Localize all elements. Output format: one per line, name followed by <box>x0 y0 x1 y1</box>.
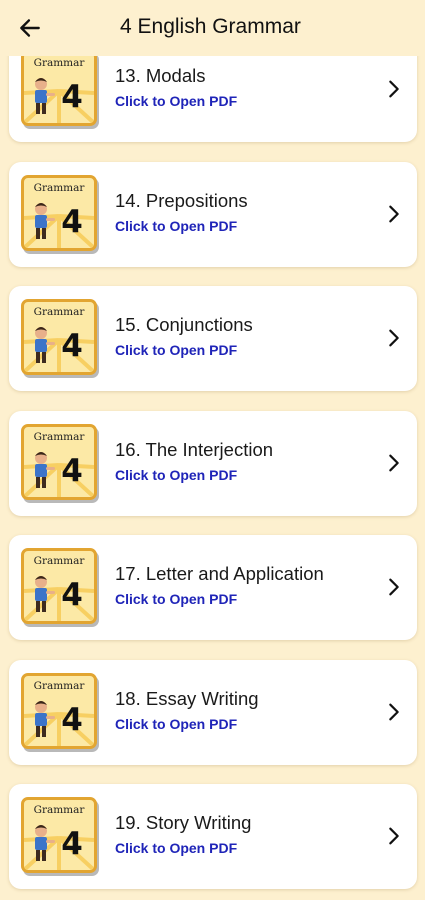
item-title: 13. Modals <box>115 65 206 86</box>
svg-text:4: 4 <box>61 328 83 364</box>
list-item[interactable]: Grammar 4 19. Story Writing Click to Ope… <box>9 784 417 889</box>
grammar-book-icon: Grammar 4 <box>21 548 97 624</box>
item-title: 15. Conjunctions <box>115 314 253 335</box>
chevron-right-icon <box>389 329 399 347</box>
chevron-right-icon <box>389 80 399 98</box>
open-pdf-link[interactable]: Click to Open PDF <box>115 218 237 234</box>
svg-text:4: 4 <box>61 453 83 489</box>
list-item[interactable]: Grammar 4 16. The Interjection Click to … <box>9 410 417 516</box>
list-item[interactable]: Grammar 4 15. Conjunctions Click to Open… <box>9 286 417 391</box>
svg-text:Grammar: Grammar <box>34 306 86 318</box>
svg-text:Grammar: Grammar <box>34 555 86 567</box>
page-title: 4 English Grammar <box>120 15 301 38</box>
svg-text:Grammar: Grammar <box>34 804 86 816</box>
svg-text:4: 4 <box>61 79 83 115</box>
list-item[interactable]: Grammar 4 18. Essay Writing Click to Ope… <box>9 659 417 765</box>
svg-text:Grammar: Grammar <box>34 57 86 69</box>
open-pdf-link[interactable]: Click to Open PDF <box>115 342 237 358</box>
item-title: 17. Letter and Application <box>115 563 324 584</box>
chevron-right-icon <box>389 454 399 471</box>
chevron-right-icon <box>389 703 399 720</box>
item-title: 19. Story Writing <box>115 812 252 833</box>
grammar-book-icon: Grammar 4 <box>21 423 97 500</box>
back-button[interactable] <box>12 10 48 46</box>
chevron-right-icon <box>389 827 399 845</box>
open-pdf-link[interactable]: Click to Open PDF <box>115 840 237 856</box>
open-pdf-link[interactable]: Click to Open PDF <box>115 591 237 607</box>
grammar-book-icon: Grammar 4 <box>21 299 97 375</box>
item-title: 16. The Interjection <box>115 438 274 460</box>
item-title: 14. Prepositions <box>115 189 248 211</box>
svg-text:4: 4 <box>61 826 83 862</box>
list-item[interactable]: Grammar 4 14. Prepositions Click to Open… <box>9 161 417 267</box>
grammar-book-icon: Grammar 4 <box>21 174 97 251</box>
svg-text:4: 4 <box>61 204 83 240</box>
open-pdf-link[interactable]: Click to Open PDF <box>115 93 237 109</box>
chevron-right-icon <box>389 578 399 596</box>
svg-text:4: 4 <box>61 702 83 738</box>
svg-text:Grammar: Grammar <box>34 182 86 194</box>
svg-text:Grammar: Grammar <box>34 680 86 692</box>
chevron-right-icon <box>389 205 399 222</box>
list-item[interactable]: Grammar 4 17. Letter and Application Cli… <box>9 535 417 640</box>
svg-text:4: 4 <box>61 577 83 613</box>
svg-text:Grammar: Grammar <box>34 431 86 443</box>
app-bar: 4 English Grammar <box>0 0 425 56</box>
grammar-book-icon: Grammar 4 <box>21 672 97 749</box>
pdf-list: Grammar 4 13. Modals Click to Open PDF G… <box>0 0 425 900</box>
grammar-book-icon: Grammar 4 <box>21 50 97 126</box>
arrow-left-icon <box>20 19 40 37</box>
item-title: 18. Essay Writing <box>115 687 259 709</box>
open-pdf-link[interactable]: Click to Open PDF <box>115 716 237 732</box>
open-pdf-link[interactable]: Click to Open PDF <box>115 467 237 483</box>
grammar-book-icon: Grammar 4 <box>21 797 97 873</box>
